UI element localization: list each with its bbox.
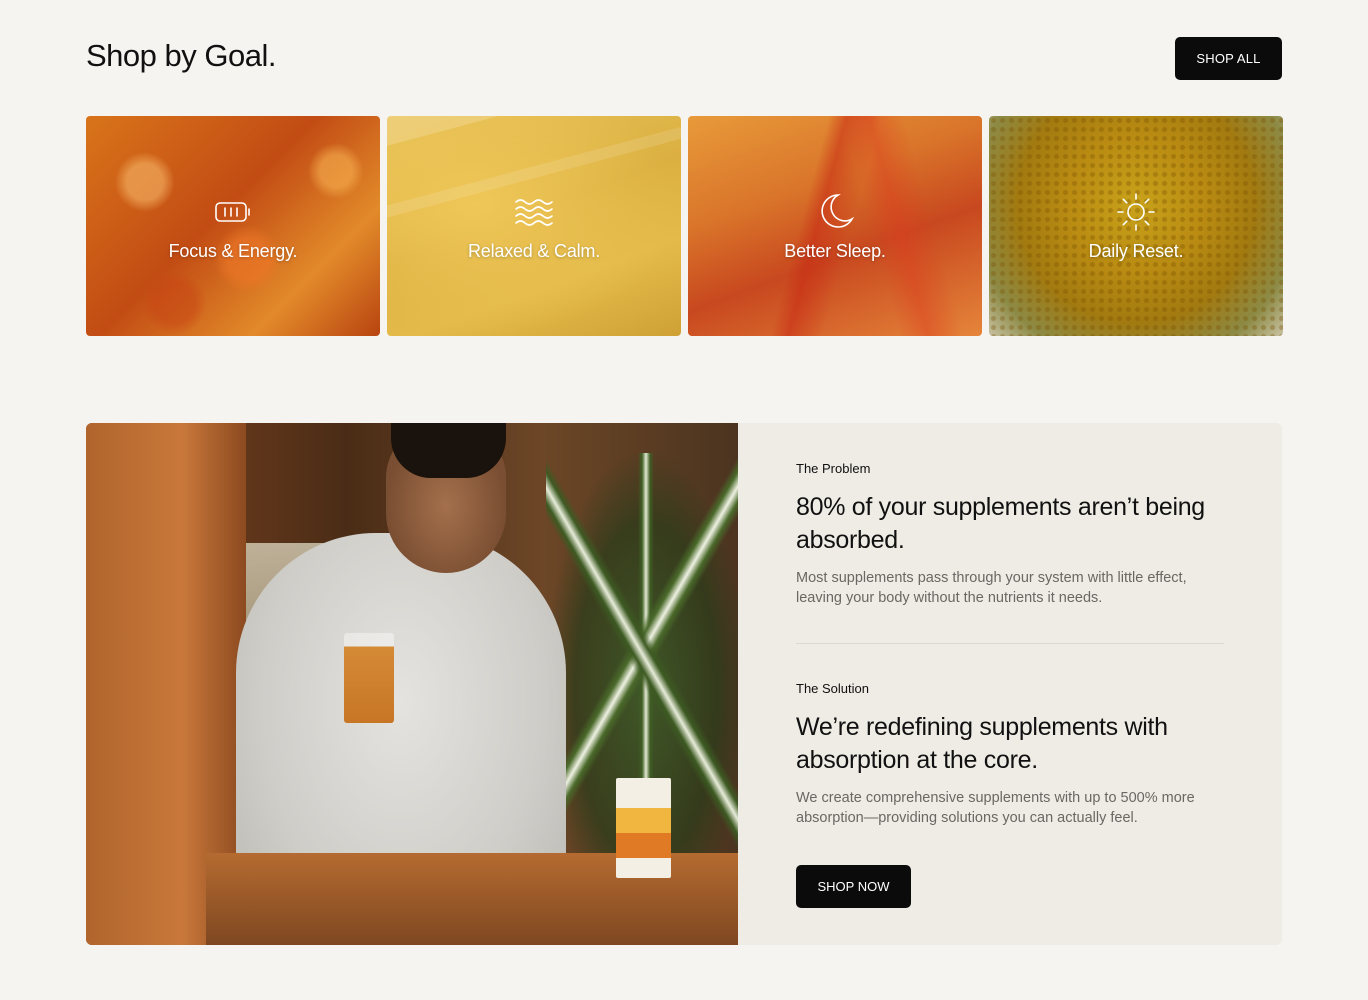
section-title: Shop by Goal.	[86, 38, 276, 73]
goal-tile-relaxed-calm[interactable]: Relaxed & Calm.	[387, 116, 681, 336]
page: Shop by Goal. SHOP ALL Focus & Energy. R…	[0, 0, 1368, 1000]
goal-tile-daily-reset[interactable]: Daily Reset.	[989, 116, 1283, 336]
problem-solution-section: The Problem 80% of your supplements aren…	[86, 423, 1282, 945]
problem-solution-content: The Problem 80% of your supplements aren…	[738, 423, 1282, 945]
problem-eyebrow: The Problem	[796, 461, 871, 476]
goal-label: Focus & Energy.	[168, 240, 298, 261]
goal-tile-better-sleep[interactable]: Better Sleep.	[688, 116, 982, 336]
battery-icon	[215, 201, 250, 222]
lifestyle-photo	[86, 423, 738, 945]
shop-all-button[interactable]: SHOP ALL	[1175, 37, 1282, 80]
goal-tiles: Focus & Energy. Relaxed & Calm. Better S…	[86, 116, 1283, 336]
goal-label: Better Sleep.	[784, 240, 886, 261]
solution-body: We create comprehensive supplements with…	[796, 790, 1195, 826]
solution-eyebrow: The Solution	[796, 681, 869, 696]
problem-body: Most supplements pass through your syste…	[796, 570, 1187, 606]
photo-product-box	[616, 778, 671, 878]
moon-icon	[821, 193, 855, 228]
goal-label: Daily Reset.	[1088, 240, 1184, 261]
photo-glass	[344, 633, 394, 723]
problem-heading: 80% of your supplements aren’t being abs…	[796, 493, 1205, 554]
photo-person-hair	[391, 423, 506, 478]
waves-icon	[515, 198, 553, 226]
solution-heading: We’re redefining supplements with absorp…	[796, 713, 1168, 774]
sun-icon	[1117, 192, 1155, 231]
divider	[796, 643, 1224, 644]
shop-now-button[interactable]: SHOP NOW	[796, 865, 911, 908]
goal-tile-focus-energy[interactable]: Focus & Energy.	[86, 116, 380, 336]
goal-label: Relaxed & Calm.	[467, 240, 601, 261]
